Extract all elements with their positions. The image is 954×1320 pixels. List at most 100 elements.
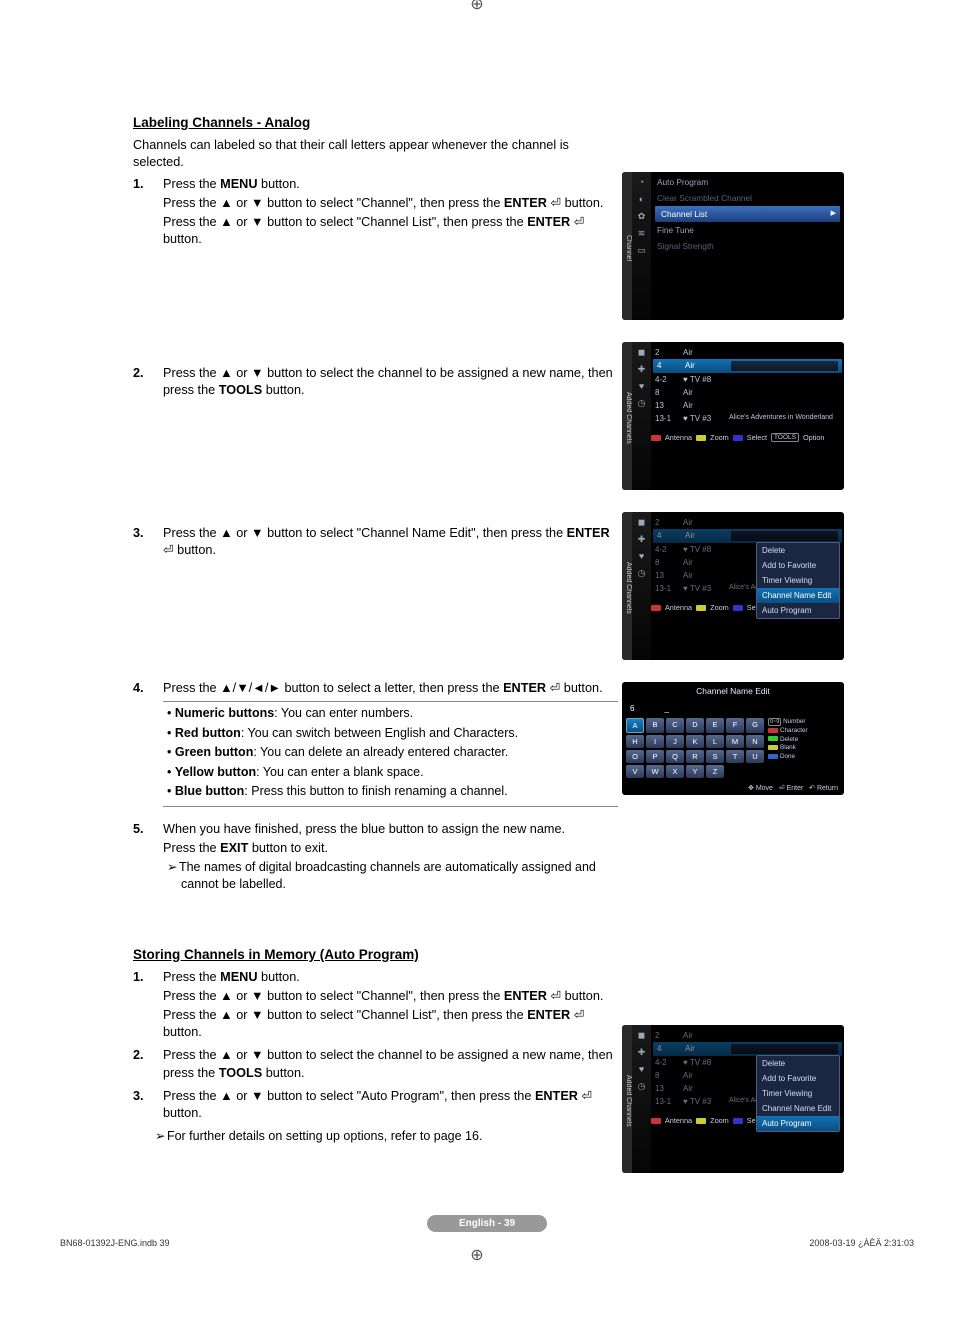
programmed-icon: ◷ [636, 567, 648, 579]
osd-footer-antenna: Antenna [665, 1116, 692, 1125]
channel-row: 13-1♥ TV #3Alice's Adventures in Wonderl… [651, 412, 844, 425]
kbd-key: X [666, 765, 684, 778]
osd-side-label: Added Channels [622, 1025, 632, 1173]
kbd-key: P [646, 750, 664, 763]
kbd-key: U [746, 750, 764, 763]
storing-step-2: 2. Press the ▲ or ▼ button to select the… [133, 1047, 618, 1083]
osd-menu-item: Channel List [655, 206, 840, 222]
kbd-key: A [626, 718, 644, 733]
channel-row: 2Air [651, 1029, 844, 1042]
popup-item: Auto Program [757, 603, 839, 618]
step-4: 4. Press the ▲/▼/◄/► button to select a … [133, 680, 618, 807]
programmed-icon: ◷ [636, 1080, 648, 1092]
step-number: 2. [133, 1047, 163, 1064]
input-icon: ▭ [636, 244, 648, 256]
kbd-key: B [646, 718, 664, 733]
favorite-icon: ♥ [636, 380, 648, 392]
kbd-key: D [686, 718, 704, 733]
antenna-icon: ◔ [636, 176, 648, 188]
sound-icon: ≋ [636, 227, 648, 239]
osd-footer-zoom: Zoom [710, 1116, 729, 1125]
popup-item: Delete [757, 543, 839, 558]
step-1: 1. Press the MENU button. Press the ▲ or… [133, 176, 618, 251]
all-icon: ◼ [636, 516, 648, 528]
kbd-key: N [746, 735, 764, 748]
osd-footer-zoom: Zoom [710, 603, 729, 612]
heading-labeling: Labeling Channels - Analog [133, 115, 618, 130]
programmed-icon: ◷ [636, 397, 648, 409]
instruction-column: Labeling Channels - Analog Channels can … [60, 20, 618, 1151]
osd-menu-item: Signal Strength [651, 238, 844, 254]
step-5: 5. When you have finished, press the blu… [133, 821, 618, 895]
storing-step-3: 3. Press the ▲ or ▼ button to select "Au… [133, 1088, 618, 1124]
osd-menu-item: Auto Program [651, 174, 844, 190]
osd-popup: DeleteAdd to FavoriteTimer ViewingChanne… [756, 1055, 840, 1132]
kbd-key: Q [666, 750, 684, 763]
yellow-tag [696, 605, 706, 611]
kbd-key: H [626, 735, 644, 748]
added-icon: ✚ [636, 533, 648, 545]
all-icon: ◼ [636, 346, 648, 358]
kbd-key: Z [706, 765, 724, 778]
osd-footer-select: Select [747, 433, 767, 442]
popup-item: Auto Program [757, 1116, 839, 1131]
popup-item: Channel Name Edit [757, 1101, 839, 1116]
kbd-key: I [646, 735, 664, 748]
osd-channel-list-popup-auto: Added Channels ◼ ✚ ♥ ◷ 2Air4Air4-2♥ TV #… [622, 1025, 844, 1173]
red-tag [651, 435, 661, 441]
kbd-key: Y [686, 765, 704, 778]
step5-text-a: When you have finished, press the blue b… [163, 821, 618, 838]
favorite-icon: ♥ [636, 550, 648, 562]
all-icon: ◼ [636, 1029, 648, 1041]
osd-icon-column: ◔ ◐ ✿ ≋ ▭ [632, 172, 651, 320]
kbd-input-row: 6 _ [626, 702, 840, 715]
channel-row: 4Air [653, 1042, 842, 1056]
osd-popup: DeleteAdd to FavoriteTimer ViewingChanne… [756, 542, 840, 619]
storing-note: For further details on setting up option… [133, 1128, 618, 1147]
kbd-input-number: 6 [630, 704, 634, 713]
gear-icon: ✿ [636, 210, 648, 222]
kbd-key: E [706, 718, 724, 733]
popup-item: Timer Viewing [757, 1086, 839, 1101]
osd-footer-option: Option [803, 433, 825, 442]
osd-footer-zoom: Zoom [710, 433, 729, 442]
osd-menu-item: Clear Scrambled Channel [651, 190, 844, 206]
kbd-key: S [706, 750, 724, 763]
red-tag [651, 1118, 661, 1124]
registration-mark: ⊕ [467, 1246, 487, 1266]
popup-item: Delete [757, 1056, 839, 1071]
kbd-legend: 0~9 Number Character Delete Blank Done [768, 718, 808, 778]
yellow-tag [696, 435, 706, 441]
kbd-key: G [746, 718, 764, 733]
kbd-key: W [646, 765, 664, 778]
channel-row: 13Air [651, 399, 844, 412]
osd-side-label: Added Channels [622, 342, 632, 490]
added-icon: ✚ [636, 363, 648, 375]
step-number: 5. [133, 821, 163, 838]
favorite-icon: ♥ [636, 1063, 648, 1075]
osd-footer-antenna: Antenna [665, 433, 692, 442]
red-tag [651, 605, 661, 611]
blue-tag [733, 1118, 743, 1124]
yellow-tag [696, 1118, 706, 1124]
osd-channel-list: Added Channels ◼ ✚ ♥ ◷ 2Air4Air4-2♥ TV #… [622, 342, 844, 490]
button-hints: Numeric buttons: You can enter numbers. … [163, 701, 618, 807]
step-number: 1. [133, 176, 163, 193]
footer-right: 2008-03-19 ¿ÀÈÄ 2:31:03 [809, 1238, 914, 1248]
osd-column: Channel ◔ ◐ ✿ ≋ ▭ Auto ProgramClear Scra… [622, 20, 847, 1195]
osd-icon-column: ◼ ✚ ♥ ◷ [632, 342, 651, 490]
osd-menu-item: Fine Tune [651, 222, 844, 238]
tools-button-label: TOOLS [771, 433, 799, 442]
step-number: 3. [133, 525, 163, 542]
heading-storing: Storing Channels in Memory (Auto Program… [133, 947, 618, 962]
registration-mark: ⊕ [467, 0, 487, 15]
popup-item: Timer Viewing [757, 573, 839, 588]
channel-row: 4Air [653, 529, 842, 543]
kbd-key: K [686, 735, 704, 748]
step-number: 3. [133, 1088, 163, 1105]
added-icon: ✚ [636, 1046, 648, 1058]
kbd-key: O [626, 750, 644, 763]
kbd-input-value: _ [664, 704, 668, 713]
osd-icon-column: ◼ ✚ ♥ ◷ [632, 1025, 651, 1173]
step-number: 4. [133, 680, 163, 697]
